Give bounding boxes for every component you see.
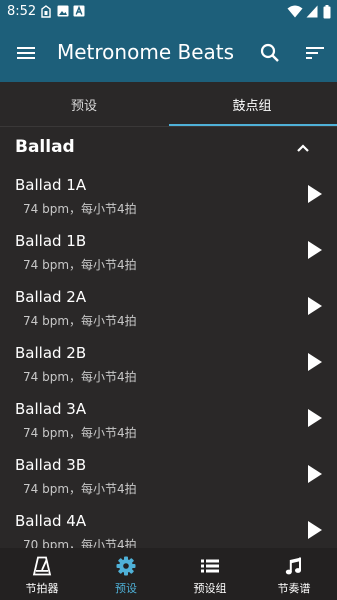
play-icon[interactable] <box>305 519 325 541</box>
nav-preset-groups[interactable]: 预设组 <box>168 548 252 600</box>
list-item[interactable]: Ballad 1A 74 bpm，每小节4拍 <box>0 169 337 225</box>
item-name: Ballad 2A <box>15 288 87 306</box>
play-icon[interactable] <box>305 463 325 485</box>
item-name: Ballad 3B <box>15 456 87 474</box>
nav-metronome[interactable]: 节拍器 <box>0 548 84 600</box>
status-time: 8:52 <box>7 4 37 19</box>
notification-icon <box>41 5 51 18</box>
group-title: Ballad <box>15 137 75 157</box>
gear-icon <box>116 556 136 576</box>
app-bar: Metronome Beats <box>0 24 337 82</box>
play-icon[interactable] <box>305 295 325 317</box>
signal-icon <box>306 5 318 18</box>
nav-rhythm-sheet[interactable]: 节奏谱 <box>252 548 336 600</box>
tab-indicator <box>169 124 337 126</box>
bottom-nav: 节拍器 预设 预设组 节奏谱 <box>0 548 337 600</box>
chevron-up-icon[interactable] <box>294 139 312 157</box>
item-name: Ballad 3A <box>15 400 87 418</box>
item-name: Ballad 1A <box>15 176 87 194</box>
list-icon <box>201 559 219 573</box>
item-detail: 70 bpm，每小节4拍 <box>23 538 137 548</box>
nav-label: 节奏谱 <box>277 582 311 595</box>
play-icon[interactable] <box>305 351 325 373</box>
image-icon <box>57 5 69 17</box>
search-icon[interactable] <box>258 41 282 65</box>
preset-list: Ballad 1A 74 bpm，每小节4拍 Ballad 1B 74 bpm，… <box>0 169 337 548</box>
battery-icon <box>323 5 331 19</box>
item-detail: 74 bpm，每小节4拍 <box>23 370 137 384</box>
list-item[interactable]: Ballad 3A 74 bpm，每小节4拍 <box>0 393 337 449</box>
list-item[interactable]: Ballad 4A 70 bpm，每小节4拍 <box>0 505 337 548</box>
app-title: Metronome Beats <box>57 40 235 64</box>
play-icon[interactable] <box>305 183 325 205</box>
nav-presets[interactable]: 预设 <box>84 548 168 600</box>
tab-bar: 预设 鼓点组 <box>0 82 337 127</box>
play-icon[interactable] <box>305 239 325 261</box>
item-name: Ballad 4A <box>15 512 87 530</box>
list-item[interactable]: Ballad 3B 74 bpm，每小节4拍 <box>0 449 337 505</box>
item-detail: 74 bpm，每小节4拍 <box>23 482 137 496</box>
menu-icon[interactable] <box>14 41 38 65</box>
item-name: Ballad 1B <box>15 232 87 250</box>
nav-label: 节拍器 <box>25 582 59 595</box>
text-icon <box>73 5 85 17</box>
group-header[interactable]: Ballad <box>0 127 337 169</box>
item-detail: 74 bpm，每小节4拍 <box>23 426 137 440</box>
sort-icon[interactable] <box>303 41 327 65</box>
wifi-icon <box>287 5 303 18</box>
status-bar: 8:52 <box>0 0 337 24</box>
item-detail: 74 bpm，每小节4拍 <box>23 314 137 328</box>
metronome-icon <box>32 556 52 576</box>
list-item[interactable]: Ballad 1B 74 bpm，每小节4拍 <box>0 225 337 281</box>
list-item[interactable]: Ballad 2B 74 bpm，每小节4拍 <box>0 337 337 393</box>
item-detail: 74 bpm，每小节4拍 <box>23 202 137 216</box>
tab-presets[interactable]: 预设 <box>0 82 168 127</box>
item-detail: 74 bpm，每小节4拍 <box>23 258 137 272</box>
nav-label: 预设组 <box>193 582 227 595</box>
play-icon[interactable] <box>305 407 325 429</box>
music-note-icon <box>285 557 301 575</box>
list-item[interactable]: Ballad 2A 74 bpm，每小节4拍 <box>0 281 337 337</box>
item-name: Ballad 2B <box>15 344 87 362</box>
tab-beat-groups[interactable]: 鼓点组 <box>168 82 336 127</box>
nav-label: 预设 <box>115 582 137 595</box>
